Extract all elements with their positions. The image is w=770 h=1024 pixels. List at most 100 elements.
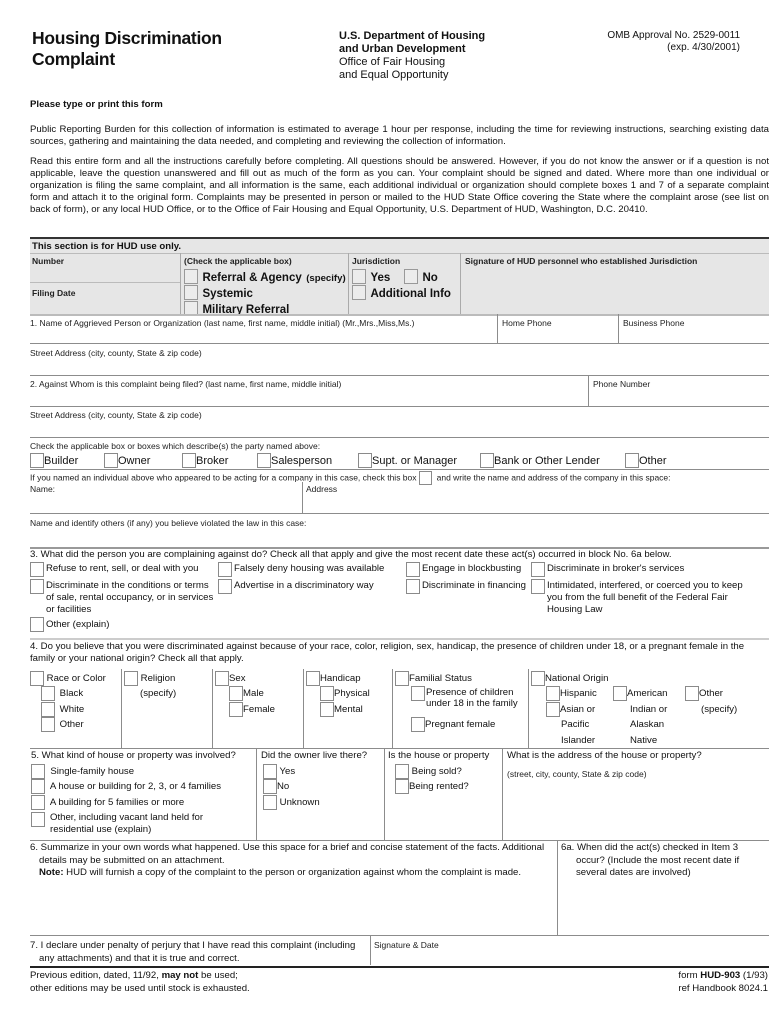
party-supt-manager-option[interactable]: Supt. or Manager <box>358 452 457 470</box>
checkbox[interactable] <box>531 562 545 577</box>
vacant-land-option[interactable] <box>31 812 45 828</box>
checkbox[interactable] <box>263 779 277 794</box>
aggrieved-name-field[interactable] <box>30 330 497 342</box>
religion-option[interactable]: Religion <box>124 671 175 687</box>
checkbox[interactable] <box>480 453 494 469</box>
owner-no-option[interactable]: No <box>263 779 289 795</box>
national-origin-option[interactable]: National Origin <box>531 671 608 687</box>
checkbox[interactable] <box>215 671 229 686</box>
checkbox[interactable] <box>546 702 560 717</box>
handicap-option[interactable]: Handicap <box>306 671 361 687</box>
summary-textarea[interactable] <box>30 882 555 934</box>
being-sold-option[interactable]: Being sold? <box>395 764 462 780</box>
checkbox[interactable] <box>411 717 425 732</box>
jurisdiction-no-checkbox[interactable] <box>404 269 418 285</box>
checkbox[interactable] <box>182 453 196 469</box>
familial-status-option[interactable]: Familial Status <box>395 671 472 687</box>
checkbox[interactable] <box>30 671 44 686</box>
party-other-option[interactable]: Other <box>625 452 667 470</box>
act-falsely-deny-option[interactable] <box>218 562 232 577</box>
act-date-field[interactable] <box>560 882 769 934</box>
race-other-option[interactable]: Other <box>41 717 84 733</box>
checkbox[interactable] <box>31 779 45 794</box>
aggrieved-address-field[interactable] <box>30 360 769 374</box>
checkbox[interactable] <box>257 453 271 469</box>
checkbox[interactable] <box>31 812 45 827</box>
checkbox[interactable] <box>30 579 44 594</box>
jurisdiction-yes-checkbox[interactable] <box>352 269 366 285</box>
handicap-mental-option[interactable]: Mental <box>320 702 363 718</box>
children-under-18-option[interactable] <box>411 686 425 702</box>
checkbox[interactable] <box>104 453 118 469</box>
sex-female-option[interactable]: Female <box>229 702 275 718</box>
checkbox[interactable] <box>41 686 55 701</box>
additional-info-option[interactable]: Additional Info <box>352 284 451 302</box>
hud-signature-field[interactable]: Signature of HUD personnel who establish… <box>460 253 769 316</box>
checkbox[interactable] <box>31 795 45 810</box>
checkbox[interactable] <box>30 562 44 577</box>
act-refuse-option[interactable] <box>30 562 44 577</box>
handicap-physical-option[interactable]: Physical <box>320 686 370 702</box>
race-white-option[interactable]: White <box>41 702 84 718</box>
checkbox[interactable] <box>395 671 409 686</box>
pregnant-female-option[interactable]: Pregnant female <box>411 717 495 733</box>
respondent-name-field[interactable] <box>30 391 588 405</box>
asian-pacific-islander-option[interactable]: Asian or <box>546 702 595 718</box>
race-black-option[interactable]: Black <box>41 686 83 702</box>
checkbox[interactable] <box>395 779 409 794</box>
checkbox[interactable] <box>306 671 320 686</box>
property-address-field[interactable] <box>507 780 769 838</box>
five-plus-families-option[interactable]: A building for 5 families or more <box>31 795 184 811</box>
checkbox[interactable] <box>411 686 425 701</box>
checkbox[interactable] <box>263 795 277 810</box>
checkbox[interactable] <box>229 686 243 701</box>
checkbox[interactable] <box>41 702 55 717</box>
business-phone-field[interactable] <box>619 330 769 342</box>
checkbox[interactable] <box>406 562 420 577</box>
company-name-field[interactable] <box>30 494 302 512</box>
owner-yes-option[interactable]: Yes <box>263 764 295 780</box>
checkbox[interactable] <box>263 764 277 779</box>
checkbox[interactable] <box>30 453 44 469</box>
checkbox[interactable] <box>31 764 45 779</box>
single-family-option[interactable]: Single-family house <box>31 764 134 780</box>
systemic-checkbox[interactable] <box>184 285 198 301</box>
act-blockbusting-option[interactable] <box>406 562 420 577</box>
checkbox[interactable] <box>320 686 334 701</box>
checkbox[interactable] <box>358 453 372 469</box>
race-color-option[interactable]: Race or Color <box>30 671 106 687</box>
checkbox[interactable] <box>613 686 627 701</box>
checkbox[interactable] <box>531 671 545 686</box>
checkbox[interactable] <box>531 579 545 594</box>
act-other-option[interactable] <box>30 617 44 632</box>
party-owner-option[interactable]: Owner <box>104 452 150 470</box>
others-field[interactable] <box>30 530 769 546</box>
checkbox[interactable] <box>395 764 409 779</box>
act-advertise-option[interactable] <box>218 579 232 594</box>
checkbox[interactable] <box>41 717 55 732</box>
party-salesperson-option[interactable]: Salesperson <box>257 452 332 470</box>
sex-male-option[interactable]: Male <box>229 686 264 702</box>
checkbox[interactable] <box>218 579 232 594</box>
checkbox[interactable] <box>625 453 639 469</box>
respondent-phone-field[interactable] <box>589 391 769 405</box>
additional-info-checkbox[interactable] <box>352 285 366 301</box>
checkbox[interactable] <box>546 686 560 701</box>
party-builder-option[interactable]: Builder <box>30 452 78 470</box>
being-rented-option[interactable]: Being rented? <box>395 779 469 795</box>
checkbox[interactable] <box>320 702 334 717</box>
acting-for-company-checkbox[interactable] <box>418 471 432 485</box>
two-to-four-families-option[interactable]: A house or building for 2, 3, or 4 famil… <box>31 779 221 795</box>
act-broker-services-option[interactable] <box>531 562 545 577</box>
american-indian-alaskan-option[interactable]: American <box>613 686 668 702</box>
checkbox[interactable] <box>406 579 420 594</box>
checkbox[interactable] <box>229 702 243 717</box>
checkbox[interactable] <box>124 671 138 686</box>
checkbox[interactable] <box>685 686 699 701</box>
hispanic-option[interactable]: Hispanic <box>546 686 597 702</box>
act-intimidated-option[interactable] <box>531 579 545 594</box>
company-address-field[interactable] <box>303 494 769 512</box>
owner-unknown-option[interactable]: Unknown <box>263 795 320 811</box>
checkbox[interactable] <box>30 617 44 632</box>
respondent-address-field[interactable] <box>30 422 769 436</box>
